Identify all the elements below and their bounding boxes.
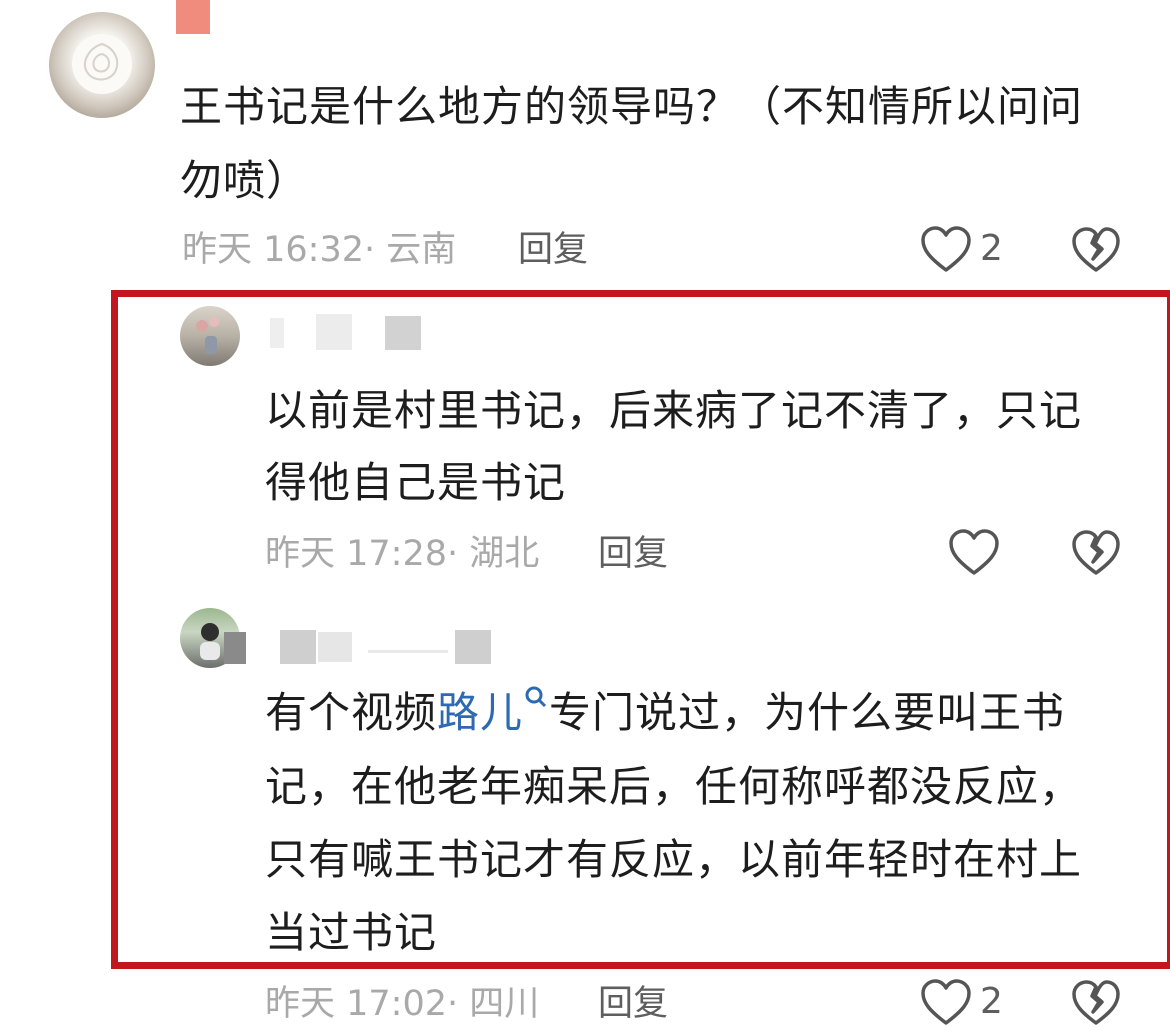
search-icon[interactable] (523, 684, 549, 714)
badge (176, 0, 210, 34)
heart-icon (949, 529, 999, 575)
comment-text-line: 当过书记 (265, 908, 438, 957)
like-button[interactable] (920, 979, 972, 1031)
username-blurred (270, 318, 284, 348)
avatar[interactable] (180, 306, 240, 366)
dislike-button[interactable] (1072, 979, 1120, 1031)
search-link[interactable]: 路儿 (437, 688, 523, 737)
location-value: 四川 (469, 984, 540, 1024)
text-segment: 有个视频 (265, 688, 438, 737)
reply-button[interactable]: 回复 (598, 984, 668, 1024)
username-blurred (318, 632, 352, 662)
reply-button[interactable]: 回复 (518, 230, 588, 270)
comment-text-line: 记，在他老年痴呆后，任何称呼都没反应， (265, 762, 1083, 811)
heart-icon (921, 979, 971, 1025)
dot-separator: · (447, 534, 470, 574)
comment-text-line: 王书记是什么地方的领导吗？（不知情所以问问 (180, 82, 1084, 131)
username-blurred (368, 650, 448, 653)
broken-heart-icon (1072, 980, 1120, 1025)
dot-separator: · (364, 230, 387, 270)
rose-icon (72, 34, 132, 94)
username-blurred (280, 630, 316, 664)
comment-text-line: 只有喊王书记才有反应，以前年轻时在村上 (265, 835, 1083, 884)
heart-icon (921, 226, 971, 272)
comment-text-line: 勿喷） (180, 156, 310, 205)
time-value: 昨天 17:28 (265, 534, 447, 574)
time-value: 昨天 16:32 (182, 230, 364, 270)
comment-time: 昨天 16:32· 云南 (182, 230, 456, 270)
dislike-button[interactable] (1072, 529, 1120, 581)
broken-heart-icon (1072, 227, 1120, 272)
dot-separator: · (447, 984, 470, 1024)
username-blurred (385, 316, 421, 350)
comment-text-line: 有个视频路儿 专门说过，为什么要叫王书 (265, 676, 1065, 750)
like-button[interactable] (948, 529, 1000, 581)
username-blurred (316, 314, 352, 350)
comment-time: 昨天 17:02· 四川 (265, 984, 539, 1024)
text-segment: 专门说过，为什么要叫王书 (549, 688, 1066, 737)
like-count: 2 (980, 228, 1003, 269)
time-value: 昨天 17:02 (265, 984, 447, 1024)
comment-text-line: 以前是村里书记，后来病了记不清了，只记 (265, 386, 1083, 435)
location-value: 湖北 (469, 534, 540, 574)
comment-text-line: 得他自己是书记 (265, 458, 567, 507)
reply-button[interactable]: 回复 (598, 534, 668, 574)
dislike-button[interactable] (1072, 226, 1120, 278)
location-value: 云南 (386, 230, 457, 270)
username-blurred (455, 630, 491, 664)
username-blurred (224, 632, 246, 664)
broken-heart-icon (1072, 530, 1120, 575)
avatar[interactable] (49, 12, 155, 118)
comment-time: 昨天 17:28· 湖北 (265, 534, 539, 574)
like-button[interactable] (920, 226, 972, 278)
flower-vase-icon (196, 317, 219, 354)
like-count: 2 (980, 981, 1003, 1022)
